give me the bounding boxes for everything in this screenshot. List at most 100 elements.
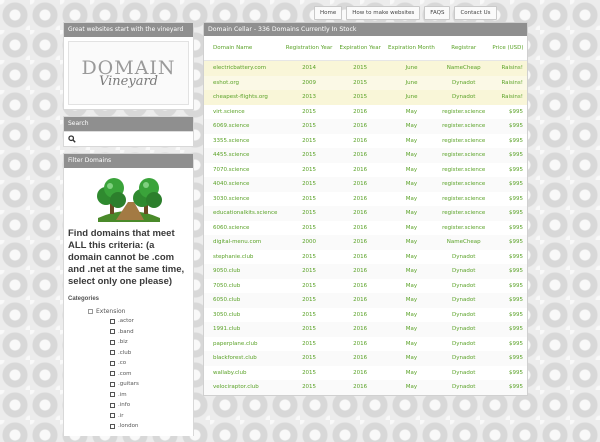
expiration-year-cell: 2015	[335, 75, 385, 90]
table-row[interactable]: 4040.science 2015 2016 May register.science $…	[204, 177, 527, 192]
table-row[interactable]: eshot.org 2009 2015 June Dynadot Raisins!	[204, 75, 527, 90]
table-row[interactable]: electricbattery.com 2014 2015 June NameCheap…	[204, 60, 527, 76]
extension-checkbox[interactable]	[110, 360, 115, 366]
col-domain-name[interactable]: Domain Name	[204, 36, 283, 61]
registration-year-cell: 2015	[282, 119, 336, 134]
table-row[interactable]: 7050.club 2015 2016 May Dynadot $995	[204, 279, 527, 294]
table-row[interactable]: 3355.science 2015 2016 May register.science $…	[204, 134, 527, 149]
domain-name-cell[interactable]: virt.science	[204, 105, 282, 120]
domain-name-cell[interactable]: electricbattery.com	[204, 60, 283, 76]
table-row[interactable]: 4455.science 2015 2016 May register.science $…	[204, 148, 527, 163]
domain-name-cell[interactable]: eshot.org	[204, 75, 283, 90]
domain-name-cell[interactable]: 4040.science	[204, 177, 283, 192]
extension-option[interactable]: .biz	[110, 337, 189, 348]
registrar-cell: register.science	[442, 137, 486, 144]
expiration-year-cell: 2016	[353, 369, 368, 376]
domain-name-cell[interactable]: 6060.science	[204, 221, 282, 236]
extension-checkbox[interactable]	[110, 413, 115, 419]
registrar-cell: register.science	[442, 108, 486, 115]
domain-name-cell[interactable]: 1991.club	[204, 322, 283, 337]
table-row[interactable]: cheapest-flights.org 2013 2015 June Dynadot R…	[204, 90, 527, 105]
extension-checkbox[interactable]	[110, 329, 115, 335]
registrar-cell: Dynadot	[452, 253, 476, 260]
domain-name-cell[interactable]: 6069.science	[204, 119, 283, 134]
table-row[interactable]: 1991.club 2015 2016 May Dynadot $995	[204, 322, 527, 337]
domain-name-cell[interactable]: wallaby.club	[204, 366, 282, 381]
registrar-cell: NameCheap	[438, 235, 489, 250]
table-row[interactable]: educationalkits.science 2015 2016 May regist…	[204, 206, 527, 221]
table-row[interactable]: digital-menu.com 2000 2016 May NameCheap $995	[204, 235, 527, 250]
extension-group-label: Extension	[96, 308, 126, 315]
registrar-cell: Dynadot	[438, 322, 489, 337]
registration-year-cell: 2000	[282, 235, 336, 250]
extension-option[interactable]: .info	[110, 400, 189, 411]
extension-checkbox[interactable]	[110, 392, 115, 398]
col-registration-year[interactable]: Registration Year	[282, 36, 336, 61]
table-row[interactable]: 7070.science 2015 2016 May register.science $…	[204, 163, 527, 178]
table-row[interactable]: wallaby.club 2015 2016 May Dynadot $995	[204, 366, 527, 381]
table-row[interactable]: virt.science 2015 2016 May register.science $…	[204, 105, 527, 120]
extension-option[interactable]: .guitars	[110, 379, 189, 390]
col-registrar[interactable]: Registrar	[438, 36, 489, 61]
table-row[interactable]: stephanie.club 2015 2016 May Dynadot $995	[204, 250, 527, 265]
domain-name-cell[interactable]: paperplane.club	[204, 337, 282, 352]
table-row[interactable]: 6069.science 2015 2016 May register.science $…	[204, 119, 527, 134]
domain-cellar-panel: Domain Cellar - 336 Domains Currently In…	[203, 22, 528, 396]
price-cell: $995	[509, 195, 523, 202]
domain-name-cell[interactable]: 3355.science	[204, 134, 282, 149]
col-expiration-month[interactable]: Expiration Month	[384, 36, 439, 61]
table-row[interactable]: 3050.club 2015 2016 May Dynadot $995	[204, 308, 527, 323]
table-row[interactable]: 3030.science 2015 2016 May register.science $…	[204, 192, 527, 207]
col-price[interactable]: Price (USD)	[488, 36, 527, 61]
domain-name-cell[interactable]: educationalkits.science	[204, 206, 283, 221]
extension-checkbox[interactable]	[110, 350, 115, 356]
search-bar[interactable]	[64, 131, 193, 146]
table-row[interactable]: 9050.club 2015 2016 May Dynadot $995	[204, 264, 527, 279]
expiration-month-cell: May	[405, 166, 418, 173]
table-row[interactable]: 6050.club 2015 2016 May Dynadot $995	[204, 293, 527, 308]
extension-checkbox[interactable]	[110, 339, 115, 345]
extension-checkbox[interactable]	[110, 318, 115, 324]
domain-name-cell[interactable]: velociraptor.club	[204, 380, 283, 395]
domain-name-cell[interactable]: 7050.club	[204, 279, 282, 294]
table-row[interactable]: velociraptor.club 2015 2016 May Dynadot $995	[204, 380, 527, 395]
domain-name-cell[interactable]: 7070.science	[204, 163, 282, 178]
extension-option[interactable]: .ir	[110, 411, 189, 422]
col-expiration-year[interactable]: Expiration Year	[335, 36, 385, 61]
logo[interactable]: DOMAIN Vineyard	[68, 41, 189, 105]
extension-label: .co	[118, 360, 127, 367]
extension-option[interactable]: .actor	[110, 316, 189, 327]
nav-faqs-button[interactable]: FAQS	[424, 6, 451, 20]
extension-checkbox[interactable]	[110, 402, 115, 408]
domain-name-cell[interactable]: 3050.club	[204, 308, 282, 323]
domain-name-cell[interactable]: blackforest.club	[204, 351, 283, 366]
table-row[interactable]: paperplane.club 2015 2016 May Dynadot $995	[204, 337, 527, 352]
price-cell: Raisins!	[488, 90, 527, 105]
domain-name-cell[interactable]: 9050.club	[204, 264, 283, 279]
domain-name-cell[interactable]: stephanie.club	[204, 250, 282, 265]
extension-checkbox[interactable]	[110, 381, 115, 387]
domain-name-cell[interactable]: 3030.science	[204, 192, 282, 207]
extension-option[interactable]: .club	[110, 348, 189, 359]
extension-option[interactable]: .band	[110, 327, 189, 338]
search-icon[interactable]	[68, 135, 76, 143]
domain-name-cell[interactable]: 4455.science	[204, 148, 283, 163]
extension-option[interactable]: .london	[110, 421, 189, 432]
registrar-cell: register.science	[442, 195, 486, 202]
table-row[interactable]: blackforest.club 2015 2016 May Dynadot $995	[204, 351, 527, 366]
price-cell: $995	[488, 148, 527, 163]
extension-checkbox[interactable]	[110, 423, 115, 429]
sidebar: Great websites start with the vineyard D…	[63, 22, 194, 442]
extension-group-checkbox[interactable]	[88, 309, 93, 314]
table-row[interactable]: 6060.science 2015 2016 May register.science $…	[204, 221, 527, 236]
nav-home-button[interactable]: Home	[314, 6, 343, 20]
domain-name-cell[interactable]: cheapest-flights.org	[204, 90, 283, 105]
extension-option[interactable]: .co	[110, 358, 189, 369]
extension-checkbox[interactable]	[110, 371, 115, 377]
domain-name-cell[interactable]: digital-menu.com	[204, 235, 283, 250]
nav-how-to-make-websites-button[interactable]: How to make websites	[346, 6, 421, 20]
extension-option[interactable]: .im	[110, 390, 189, 401]
domain-name-cell[interactable]: 6050.club	[204, 293, 283, 308]
extension-option[interactable]: .com	[110, 369, 189, 380]
nav-contact-us-button[interactable]: Contact Us	[454, 6, 497, 20]
